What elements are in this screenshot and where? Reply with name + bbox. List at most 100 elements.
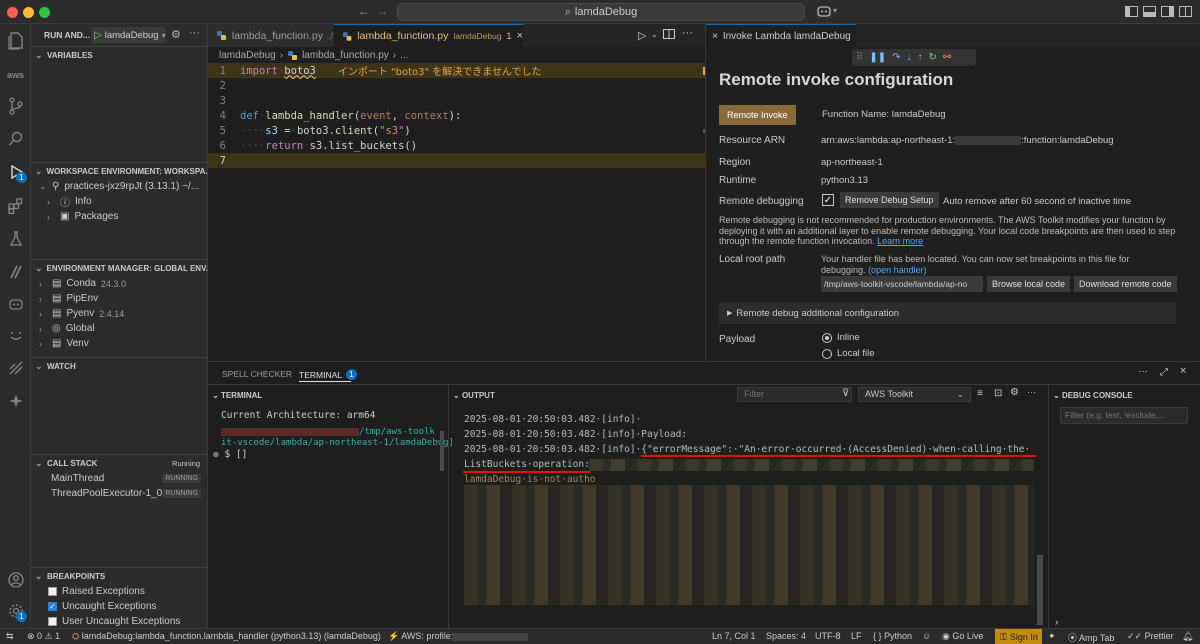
more-actions-icon[interactable]: ···: [1027, 387, 1036, 397]
breadcrumb-file[interactable]: lambda_function.py: [302, 50, 389, 61]
amp-tab[interactable]: ⦿ Amp Tab: [1068, 631, 1114, 644]
settings-gear-icon[interactable]: 1: [5, 600, 27, 622]
debug-console-filter[interactable]: Filter (e.g. text, !exclude,...: [1060, 407, 1188, 424]
output-filter-input[interactable]: Filter: [737, 387, 852, 402]
list-lines-icon[interactable]: ≡: [977, 388, 983, 399]
editor-tab[interactable]: lambda_function.py ./: [208, 24, 334, 47]
source-control-icon[interactable]: [5, 95, 26, 116]
search-icon[interactable]: [5, 128, 26, 149]
tab-terminal[interactable]: TERMINAL 1: [299, 369, 357, 380]
aws-icon[interactable]: aws: [5, 64, 26, 85]
copilot-icon[interactable]: [817, 5, 831, 17]
launch-config-select[interactable]: ▷ lamdaDebug ▾: [91, 27, 166, 43]
remote-invoke-button[interactable]: Remote Invoke: [719, 105, 796, 125]
command-center-search[interactable]: ⌕ lamdaDebug: [397, 3, 805, 21]
workspace-packages-item[interactable]: › ▣ Packages: [47, 209, 118, 224]
thread-item[interactable]: ThreadPoolExecutor-1_0 RUNNING: [51, 486, 201, 501]
remote-feed-icon[interactable]: [5, 357, 26, 378]
toggle-secondary-sidebar-icon[interactable]: [1161, 6, 1174, 17]
chevron-down-icon[interactable]: ▾: [833, 6, 837, 15]
env-manager-item[interactable]: › ▤ Pyenv 2.4.14: [39, 306, 124, 321]
breakpoint-item[interactable]: Raised Exceptions: [48, 584, 145, 599]
payload-option-file[interactable]: Local file: [822, 348, 875, 359]
breakpoint-checkbox-checked[interactable]: ✓: [48, 602, 57, 611]
env-manager-item[interactable]: › ▤ Conda 24.3.0: [39, 276, 126, 291]
env-manager-item[interactable]: › ◎ Global: [39, 321, 95, 336]
environment-manager-header[interactable]: ⌄ ENVIRONMENT MANAGER: GLOBAL ENV...: [31, 259, 208, 277]
account-icon[interactable]: [5, 569, 26, 590]
notifications-bell-icon[interactable]: 🔔︎: [1182, 631, 1193, 642]
toggle-sidebar-icon[interactable]: [1125, 6, 1138, 17]
close-icon[interactable]: ×: [712, 31, 718, 42]
watch-section-header[interactable]: ⌄ WATCH: [31, 357, 208, 375]
remote-indicator-icon[interactable]: ⇆: [6, 631, 14, 642]
robot-icon[interactable]: [5, 293, 26, 314]
filter-icon[interactable]: ⊽: [842, 388, 849, 399]
pause-icon[interactable]: ❚❚: [869, 52, 886, 63]
restart-icon[interactable]: ↻: [928, 52, 936, 63]
workspace-environment-header[interactable]: ⌄ WORKSPACE ENVIRONMENT: WORKSPA...: [31, 162, 208, 180]
extensions-icon[interactable]: [5, 195, 26, 216]
cursor-position[interactable]: Ln 7, Col 1: [712, 631, 756, 641]
language-mode[interactable]: { } Python: [873, 631, 912, 641]
explorer-icon[interactable]: [5, 30, 26, 51]
minimize-window-button[interactable]: [23, 7, 34, 18]
problems-indicator[interactable]: ⊗ 0 ⚠ 1: [27, 631, 60, 642]
toggle-panel-icon[interactable]: [1143, 6, 1156, 17]
step-out-icon[interactable]: ↑: [917, 52, 922, 63]
aws-profile[interactable]: ⚡ AWS: profile:: [388, 631, 529, 642]
breadcrumb-folder[interactable]: lamdaDebug: [219, 50, 276, 61]
code-area[interactable]: 1 import · boto3 インポート "boto3" を解決できませんでした…: [208, 62, 705, 182]
customize-layout-icon[interactable]: [1179, 6, 1192, 17]
split-editor-icon[interactable]: [663, 28, 675, 40]
breadcrumb-symbol[interactable]: ...: [400, 50, 408, 61]
editor-tab-active[interactable]: lambda_function.py lamdaDebug 1 ×: [334, 24, 524, 47]
local-root-path-input[interactable]: /tmp/aws-toolkit-vscode/lambda/ap-no: [821, 276, 983, 292]
sparkle-icon[interactable]: [5, 390, 26, 411]
debug-settings-gear-icon[interactable]: ⚙: [171, 28, 181, 41]
start-debugging-icon[interactable]: ▷: [94, 30, 102, 41]
more-actions-icon[interactable]: ···: [682, 27, 693, 39]
radio-unselected[interactable]: [822, 348, 832, 359]
indentation[interactable]: Spaces: 4: [766, 631, 806, 641]
workspace-env-item[interactable]: ⌄ ⚲ practices-jxz9rpJt (3.13.1) ~/...: [39, 179, 199, 194]
thread-item[interactable]: MainThread RUNNING: [51, 471, 201, 486]
testing-flask-icon[interactable]: [5, 228, 26, 249]
ruff-icon[interactable]: [5, 261, 26, 282]
webview-tab[interactable]: × Invoke Lambda lamdaDebug: [706, 24, 856, 47]
breakpoint-checkbox[interactable]: [48, 617, 57, 626]
close-icon[interactable]: ×: [517, 30, 523, 42]
env-manager-item[interactable]: › ▤ PipEnv: [39, 291, 98, 306]
step-into-icon[interactable]: ↓: [906, 52, 911, 63]
radio-selected[interactable]: [822, 332, 832, 343]
output-scrollbar[interactable]: [1037, 555, 1043, 625]
maximize-panel-icon[interactable]: ⤢: [1160, 367, 1168, 378]
learn-more-link[interactable]: Learn more: [877, 236, 923, 246]
drag-handle-icon[interactable]: ⠿: [856, 52, 863, 63]
download-remote-code-button[interactable]: Download remote code: [1074, 276, 1177, 292]
back-arrow-icon[interactable]: ←: [358, 4, 370, 18]
output-channel-select[interactable]: AWS Toolkit ⌄: [858, 387, 971, 402]
additional-config-expander[interactable]: ▶ Remote debug additional configuration: [719, 302, 1176, 324]
more-actions-icon[interactable]: ···: [1138, 366, 1148, 377]
tab-spell-checker[interactable]: SPELL CHECKER: [222, 369, 292, 379]
end-of-line[interactable]: LF: [851, 631, 862, 641]
lock-icon[interactable]: ⊡: [994, 388, 1002, 399]
chevron-right-icon[interactable]: ›: [1055, 617, 1058, 628]
open-handler-link[interactable]: (open handler): [868, 265, 927, 275]
terminal-scrollbar[interactable]: [440, 431, 444, 471]
terminal-prompt[interactable]: ● $ []: [213, 449, 247, 460]
env-manager-item[interactable]: › ▤ Venv: [39, 336, 89, 351]
encoding[interactable]: UTF-8: [815, 631, 841, 641]
workspace-info-item[interactable]: › ⓘ Info: [47, 194, 92, 209]
debug-target[interactable]: ⛭ lamdaDebug:lambda_function.lambda_hand…: [72, 631, 381, 642]
copilot-status-icon[interactable]: ☺: [922, 631, 931, 641]
close-panel-icon[interactable]: ×: [1180, 365, 1186, 377]
go-live[interactable]: ◉ Go Live: [942, 631, 983, 642]
remote-debugging-checkbox[interactable]: ✓: [822, 194, 834, 206]
chevron-down-icon[interactable]: ⌄: [651, 30, 658, 39]
breakpoints-header[interactable]: ⌄ BREAKPOINTS: [31, 567, 208, 585]
breakpoint-item[interactable]: ✓ Uncaught Exceptions: [48, 599, 157, 614]
close-window-button[interactable]: [7, 7, 18, 18]
more-actions-icon[interactable]: ···: [189, 27, 200, 39]
